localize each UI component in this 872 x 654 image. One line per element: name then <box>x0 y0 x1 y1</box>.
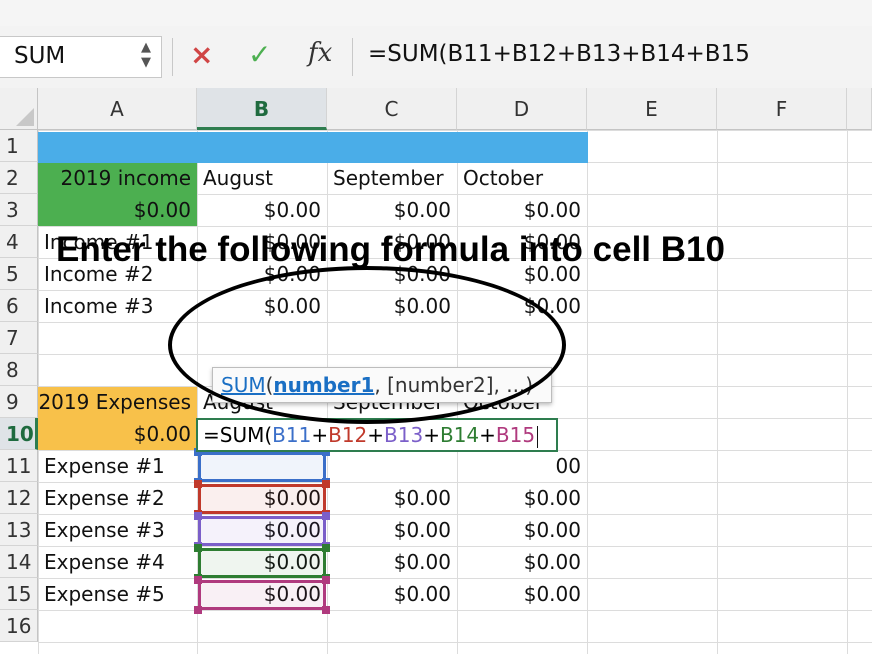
formula-reference-b11: B11 <box>272 423 312 447</box>
column-header-c[interactable]: C <box>327 88 457 130</box>
cell-b2[interactable]: August <box>197 162 327 194</box>
name-box-value: SUM <box>14 43 66 69</box>
range-handle[interactable] <box>194 606 202 614</box>
cell-a6[interactable]: Income #3 <box>38 290 197 322</box>
instruction-callout: Enter the following formula into cell B1… <box>56 230 725 269</box>
range-handle[interactable] <box>322 576 330 584</box>
range-handle[interactable] <box>322 480 330 488</box>
row-header-3[interactable]: 3 <box>0 194 38 226</box>
cell-c13[interactable]: $0.00 <box>327 514 457 546</box>
formula-reference-b13: B13 <box>384 423 424 447</box>
row-header-8[interactable]: 8 <box>0 354 38 386</box>
range-handle[interactable] <box>194 544 202 552</box>
formula-input[interactable]: =SUM(B11+B12+B13+B14+B15 <box>368 41 750 67</box>
cell-a15[interactable]: Expense #5 <box>38 578 197 610</box>
row-header-5[interactable]: 5 <box>0 258 38 290</box>
grid-row-line <box>38 130 872 131</box>
ribbon-strip <box>0 0 872 27</box>
cell-d15[interactable]: $0.00 <box>457 578 587 610</box>
grid-column-line <box>847 130 848 654</box>
cell-a11[interactable]: Expense #1 <box>38 450 197 482</box>
cell-d14[interactable]: $0.00 <box>457 546 587 578</box>
cell-d13[interactable]: $0.00 <box>457 514 587 546</box>
cell-a12[interactable]: Expense #2 <box>38 482 197 514</box>
formula-reference-b14: B14 <box>439 423 480 447</box>
formula-prefix: =SUM( <box>203 423 273 447</box>
cell-b3[interactable]: $0.00 <box>197 194 327 226</box>
column-header-a[interactable]: A <box>38 88 197 130</box>
range-highlight-b13[interactable] <box>198 516 326 546</box>
cell-d12[interactable]: $0.00 <box>457 482 587 514</box>
cell-d2[interactable]: October <box>457 162 587 194</box>
row-header-7[interactable]: 7 <box>0 322 38 354</box>
range-handle[interactable] <box>322 606 330 614</box>
column-header-f[interactable]: F <box>717 88 847 130</box>
range-highlight-b14[interactable] <box>198 548 326 578</box>
name-box-stepper-icon[interactable]: ▲ ▼ <box>138 40 154 74</box>
row-header-1[interactable]: 1 <box>0 130 38 162</box>
cancel-icon[interactable]: × <box>190 38 213 71</box>
range-handle[interactable] <box>194 576 202 584</box>
cell-a9[interactable]: 2019 Expenses <box>38 386 197 418</box>
range-handle[interactable] <box>322 512 330 520</box>
column-header-d[interactable]: D <box>457 88 587 130</box>
range-highlight-b15[interactable] <box>198 580 326 610</box>
cell-d11[interactable]: 00 <box>457 450 587 482</box>
cell-c12[interactable]: $0.00 <box>327 482 457 514</box>
row-header-11[interactable]: 11 <box>0 450 38 482</box>
grid-row-line <box>38 642 872 643</box>
insert-function-icon[interactable]: fx <box>308 38 332 68</box>
range-highlight-b12[interactable] <box>198 484 326 514</box>
range-highlight-b11[interactable] <box>198 452 326 482</box>
select-all-corner[interactable] <box>0 88 38 130</box>
formula-bar: SUM ▲ ▼ × ✓ fx =SUM(B11+B12+B13+B14+B15 <box>0 26 872 89</box>
formula-reference-b12: B12 <box>328 423 368 447</box>
cell-c3[interactable]: $0.00 <box>327 194 457 226</box>
row-header-13[interactable]: 13 <box>0 514 38 546</box>
text-caret <box>537 425 539 448</box>
row-header-2[interactable]: 2 <box>0 162 38 194</box>
formula-operator: + <box>423 423 440 447</box>
range-handle[interactable] <box>194 480 202 488</box>
row-header-12[interactable]: 12 <box>0 482 38 514</box>
banner-row <box>38 132 588 163</box>
formula-operator: + <box>479 423 496 447</box>
formula-bar-divider <box>352 38 353 76</box>
cell-c2[interactable]: September <box>327 162 457 194</box>
cell-a10[interactable]: $0.00 <box>38 418 197 450</box>
cell-d3[interactable]: $0.00 <box>457 194 587 226</box>
formula-reference-b15: B15 <box>495 423 536 447</box>
enter-icon[interactable]: ✓ <box>248 38 271 71</box>
cell-a2[interactable]: 2019 income <box>38 162 197 194</box>
column-header-e[interactable]: E <box>587 88 717 130</box>
row-header-14[interactable]: 14 <box>0 546 38 578</box>
row-header-4[interactable]: 4 <box>0 226 38 258</box>
formula-operator: + <box>367 423 385 447</box>
row-header-10[interactable]: 10 <box>0 418 38 450</box>
row-header-9[interactable]: 9 <box>0 386 38 418</box>
row-header-15[interactable]: 15 <box>0 578 38 610</box>
grid-column-line <box>717 130 718 654</box>
cell-a13[interactable]: Expense #3 <box>38 514 197 546</box>
grid-column-line <box>587 130 588 654</box>
range-handle[interactable] <box>194 512 202 520</box>
cell-c14[interactable]: $0.00 <box>327 546 457 578</box>
range-handle[interactable] <box>322 544 330 552</box>
formula-operator: + <box>311 423 329 447</box>
row-header-16[interactable]: 16 <box>0 610 38 642</box>
column-header-b[interactable]: B <box>197 88 327 130</box>
row-header-6[interactable]: 6 <box>0 290 38 322</box>
cell-a3[interactable]: $0.00 <box>38 194 197 226</box>
column-header-overflow <box>847 88 872 130</box>
annotation-ellipse <box>168 266 566 424</box>
name-box[interactable]: SUM ▲ ▼ <box>0 36 162 78</box>
cell-a14[interactable]: Expense #4 <box>38 546 197 578</box>
cell-c15[interactable]: $0.00 <box>327 578 457 610</box>
grid-row-line <box>38 610 872 611</box>
formula-bar-divider <box>172 38 173 76</box>
